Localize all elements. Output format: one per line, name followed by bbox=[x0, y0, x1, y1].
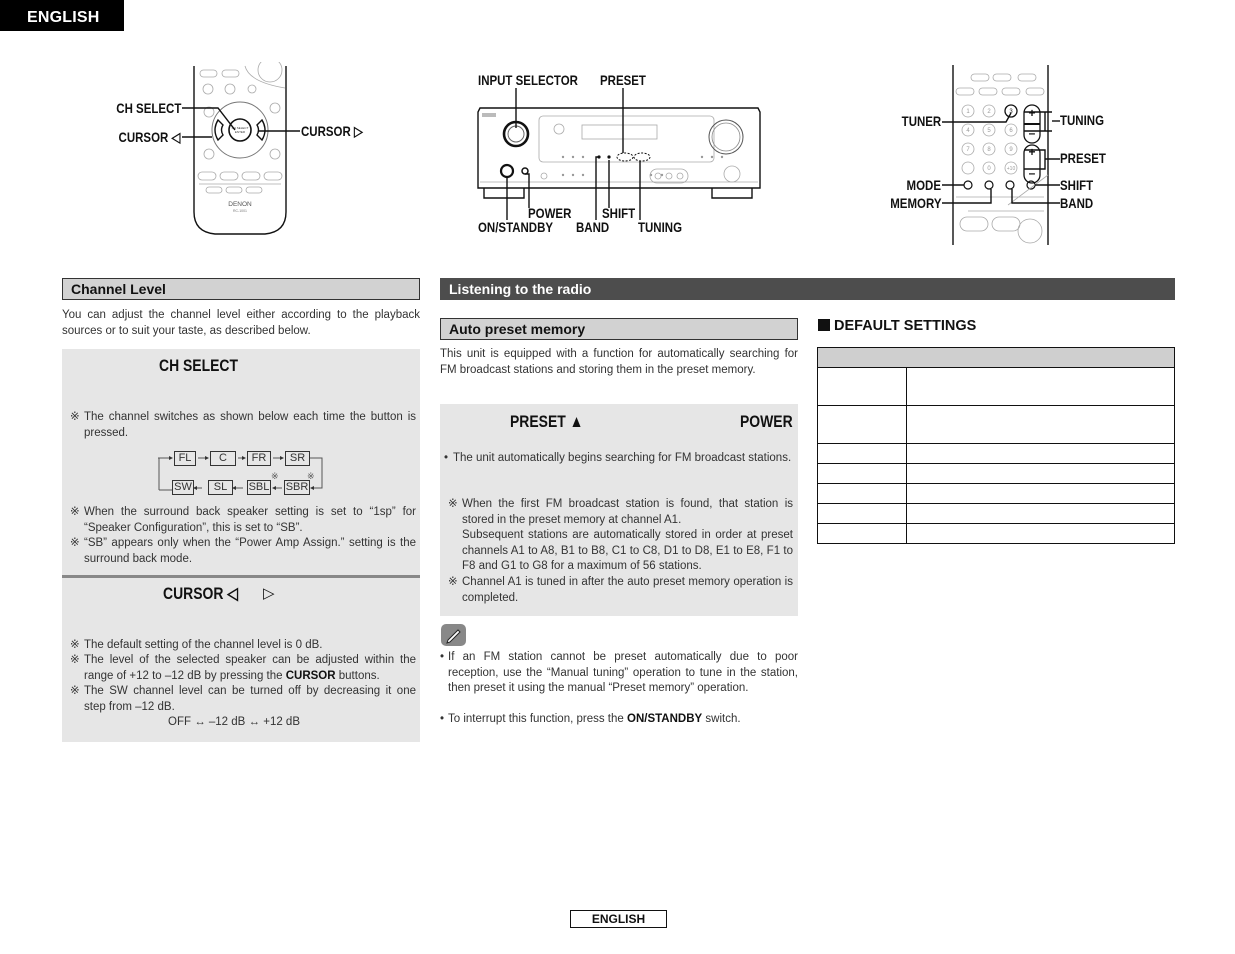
default-settings-table bbox=[817, 347, 1175, 544]
label-shift-remote: SHIFT bbox=[1060, 177, 1094, 193]
label-preset-receiver: PRESET bbox=[600, 72, 646, 88]
label-ch-select: CH SELECT bbox=[115, 100, 181, 116]
label-tuning-remote: TUNING bbox=[1060, 112, 1105, 128]
table-row bbox=[817, 523, 1175, 544]
cursor-step-title: CURSOR ◁ bbox=[163, 584, 239, 603]
table-row bbox=[817, 463, 1175, 484]
label-mode: MODE bbox=[906, 177, 941, 193]
default-settings-title: DEFAULT SETTINGS bbox=[818, 318, 976, 334]
preset-up-step: PRESET ▲ bbox=[510, 412, 584, 431]
square-bullet-icon bbox=[818, 319, 830, 331]
label-preset-remote: PRESET bbox=[1060, 150, 1106, 166]
cursor-note-1: ※ The default setting of the channel lev… bbox=[70, 639, 323, 651]
cursor-note-3: ※ The SW channel level can be turned off… bbox=[70, 685, 416, 713]
table-row bbox=[817, 405, 1175, 444]
svg-text:※: ※ bbox=[271, 472, 279, 482]
channel-sw: SW bbox=[172, 480, 194, 495]
label-cursor-left: CURSOR ◁ bbox=[118, 129, 180, 145]
label-band-remote: BAND bbox=[1060, 195, 1094, 211]
label-tuning-receiver: TUNING bbox=[638, 219, 683, 235]
remote-brand: DENON bbox=[228, 201, 252, 208]
footer-language-label: ENGLISH bbox=[570, 910, 667, 928]
tip-2: • To interrupt this function, press the … bbox=[440, 712, 798, 728]
table-row bbox=[817, 443, 1175, 464]
channel-sbl: SBL bbox=[247, 480, 271, 495]
label-band-receiver: BAND bbox=[576, 219, 610, 235]
label-memory: MEMORY bbox=[889, 195, 941, 211]
label-tuner: TUNER bbox=[901, 113, 941, 129]
channel-sl: SL bbox=[208, 480, 233, 495]
label-input-selector: INPUT SELECTOR bbox=[478, 72, 578, 88]
label-cursor-right: CURSOR ▷ bbox=[301, 123, 363, 139]
ch-select-footnote-2: ※ “SB” appears only when the “Power Amp … bbox=[70, 537, 416, 565]
table-row bbox=[817, 483, 1175, 504]
channel-cycle-diagram: ※ ※ FL C FR SR SW SL SBL SBR bbox=[150, 447, 330, 499]
ch-select-note: ※ The channel switches as shown below ea… bbox=[70, 411, 416, 439]
table-row bbox=[817, 503, 1175, 524]
on-standby-bold: ON/STANDBY bbox=[627, 713, 703, 725]
tip-1: • If an FM station cannot be preset auto… bbox=[440, 651, 798, 695]
auto-preset-note-1: ※ When the first FM broadcast station is… bbox=[448, 498, 793, 573]
ch-select-footnote-1: ※ When the surround back speaker setting… bbox=[70, 506, 416, 534]
auto-search-bullet: • The unit automatically begins searchin… bbox=[444, 452, 792, 464]
channel-level-intro: You can adjust the channel level either … bbox=[62, 309, 420, 337]
ch-select-step-title: CH SELECT bbox=[159, 356, 239, 375]
label-on-standby: ON/STANDBY bbox=[478, 219, 554, 235]
radio-heading: Listening to the radio bbox=[440, 278, 1175, 300]
table-header-row bbox=[817, 347, 1175, 368]
sw-level-range: OFF ↔ –12 dB ↔ +12 dB bbox=[168, 716, 300, 728]
auto-preset-note-2: ※ Channel A1 is tuned in after the auto … bbox=[448, 576, 793, 604]
leader-lines-left bbox=[182, 107, 300, 138]
leader-lines-right bbox=[942, 111, 1060, 204]
auto-preset-intro: This unit is equipped with a function fo… bbox=[440, 348, 798, 376]
channel-level-heading: Channel Level bbox=[62, 278, 420, 300]
pencil-note-icon bbox=[441, 624, 466, 646]
remote-model: RC-1001 bbox=[233, 209, 247, 213]
cursor-bold: CURSOR bbox=[285, 669, 336, 682]
remote-control-figure-left: CH SELECT ENTER DENON RC-1001 bbox=[185, 57, 295, 237]
channel-fr: FR bbox=[247, 451, 271, 466]
auto-preset-heading: Auto preset memory bbox=[440, 318, 798, 340]
table-row bbox=[817, 367, 1175, 406]
channel-fl: FL bbox=[174, 451, 196, 466]
cursor-note-2: ※ The level of the selected speaker can … bbox=[70, 653, 416, 684]
cursor-right-symbol: ▷ bbox=[263, 585, 275, 602]
channel-sbr: SBR bbox=[284, 480, 310, 495]
power-step: POWER bbox=[740, 412, 793, 431]
channel-c: C bbox=[210, 451, 236, 466]
channel-sr: SR bbox=[285, 451, 310, 466]
language-tab: ENGLISH bbox=[0, 0, 124, 31]
